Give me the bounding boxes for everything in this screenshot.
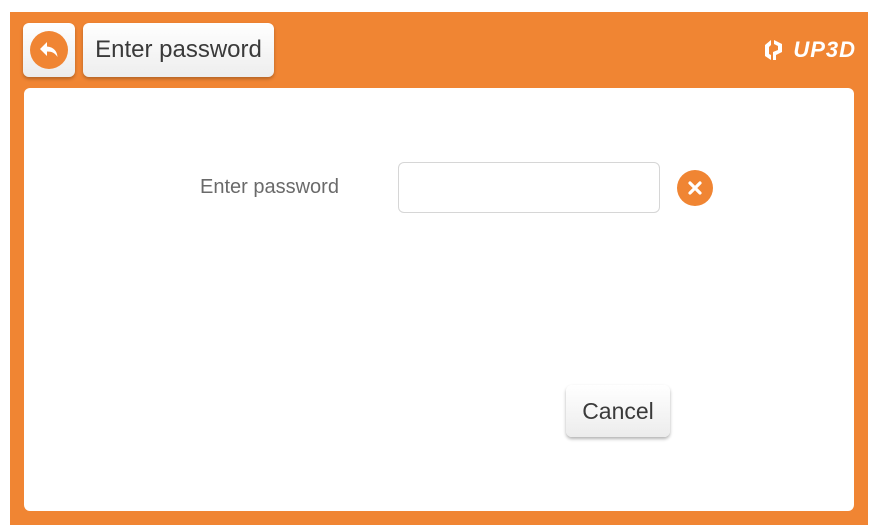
back-circle (30, 31, 68, 69)
logo-text: UP3D (793, 37, 856, 62)
back-arrow-icon (40, 42, 58, 57)
up3d-logo-icon (765, 40, 783, 60)
main-panel: Enter password Cancel (24, 88, 854, 511)
clear-button[interactable] (677, 170, 713, 206)
app-frame: Enter password UP3D Enter password Cance… (10, 12, 868, 525)
password-input[interactable] (398, 162, 660, 213)
password-label: Enter password (200, 176, 339, 198)
cancel-button[interactable]: Cancel (566, 385, 670, 437)
back-button[interactable] (23, 23, 75, 77)
page-title: Enter password (83, 23, 274, 77)
brand-logo: UP3D (761, 36, 856, 64)
clear-x-icon (688, 181, 702, 195)
